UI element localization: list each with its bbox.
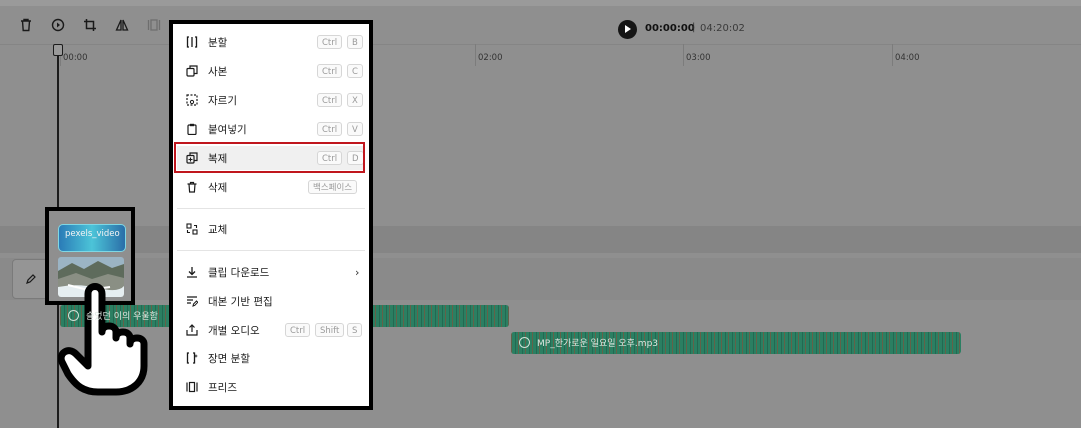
current-time: 00:00:00 [645,23,695,34]
shortcut-key: C [347,64,363,78]
music-icon [519,337,530,348]
menu-item-download-clip[interactable]: 클립 다운로드 › [177,260,365,284]
ruler-label: 03:00 [686,53,711,63]
menu-item-cut[interactable]: 자르기 Ctrl X [177,88,365,112]
delete-icon[interactable] [17,16,35,34]
menu-divider [177,208,365,209]
scene-split-icon [185,351,199,365]
download-icon [185,265,199,279]
crop-icon[interactable] [81,16,99,34]
duplicate-highlight-box [174,142,365,173]
trash-icon [185,180,199,194]
shortcut-key: Ctrl [317,93,343,107]
menu-item-script-edit[interactable]: 대본 기반 편집 [177,289,365,313]
audio-clip-label: 슬었던 이의 우울함 [86,312,158,322]
menu-item-label: 붙여넣기 [208,124,247,136]
menu-item-freeze[interactable]: 프리즈 [177,375,365,399]
ruler-label: 00:00 [63,53,88,63]
playhead-handle[interactable] [53,44,63,56]
play-button[interactable] [618,20,637,39]
shortcut-key: Ctrl [285,323,311,337]
ruler-label: 02:00 [478,53,503,63]
video-track [0,226,1081,253]
replace-icon [185,222,199,236]
ruler-tick [892,44,893,66]
menu-item-label: 사본 [208,66,228,78]
flip-icon[interactable] [113,16,131,34]
split-icon [185,35,199,49]
separate-audio-icon [185,323,199,337]
shortcut-key: Ctrl [317,35,343,49]
menu-item-paste[interactable]: 붙여넣기 Ctrl V [177,117,365,141]
shortcut-key: Ctrl [317,64,343,78]
total-time: 04:20:02 [700,23,745,34]
shortcut-key: V [347,122,363,136]
ruler-label: 04:00 [895,53,920,63]
menu-item-copy[interactable]: 사본 Ctrl C [177,59,365,83]
menu-item-label: 개별 오디오 [208,325,260,337]
menu-item-label: 프리즈 [208,382,237,394]
menu-item-label: 분할 [208,37,228,49]
shortcut-key: B [347,35,363,49]
ruler-tick [683,44,684,66]
shortcut-key: Shift [315,323,345,337]
timeline-toolbar: 00:00:00 | 04:20:02 [0,6,1081,45]
menu-divider [177,250,365,251]
music-icon [68,310,79,321]
menu-item-split[interactable]: 분할 Ctrl B [177,30,365,54]
chevron-right-icon: › [355,266,360,279]
copy-icon [185,64,199,78]
hand-pointer-icon [58,283,148,396]
freeze-icon [185,380,199,394]
shortcut-key: S [347,323,363,337]
menu-item-separate-audio[interactable]: 개별 오디오 Ctrl Shift S [177,318,365,342]
pencil-icon [26,274,36,284]
shortcut-key: Ctrl [317,122,343,136]
script-edit-icon [185,294,199,308]
cut-icon [185,93,199,107]
audio-clip-label: MP_한가로운 일요일 오후.mp3 [537,339,659,349]
main-track [0,258,1081,300]
menu-item-label: 클립 다운로드 [208,267,270,279]
menu-item-label: 교체 [208,224,228,236]
video-clip-label: pexels_video [65,229,120,239]
time-separator: | [692,22,696,33]
shortcut-key: 백스페이스 [308,180,358,194]
menu-item-scene-split[interactable]: 장면 분할 [177,346,365,370]
shortcut-key: X [347,93,363,107]
menu-item-replace[interactable]: 교체 [177,217,365,241]
speed-icon[interactable] [49,16,67,34]
menu-item-label: 장면 분할 [208,353,250,365]
menu-item-label: 자르기 [208,95,237,107]
ruler-tick [475,44,476,66]
menu-item-label: 대본 기반 편집 [208,296,273,308]
freeze-icon[interactable] [145,16,163,34]
audio-clip[interactable]: MP_한가로운 일요일 오후.mp3 [511,332,961,354]
menu-item-delete[interactable]: 삭제 백스페이스 [177,175,365,199]
paste-icon [185,122,199,136]
context-menu: 분할 Ctrl B 사본 Ctrl C 자르기 Ctrl X 붙여넣기 Ctrl… [169,20,373,410]
menu-item-label: 삭제 [208,182,228,194]
